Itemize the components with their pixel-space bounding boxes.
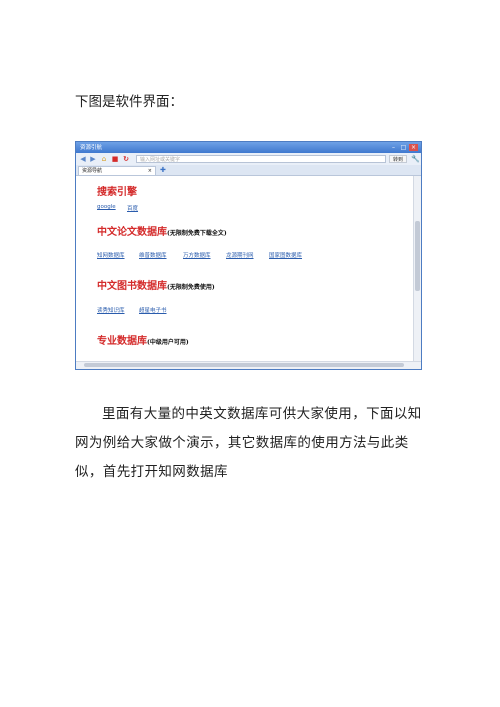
link-google[interactable]: google [97, 204, 116, 210]
browser-screenshot: 资源引航 – □ × ◀ ▶ ⌂ ■ ↻ 输入网址或关键字 转到 🔧 资源导航 … [75, 141, 422, 370]
close-button[interactable]: × [409, 144, 418, 151]
horizontal-scrollbar[interactable] [76, 361, 421, 369]
vertical-scrollbar[interactable] [413, 176, 421, 363]
wrench-icon[interactable]: 🔧 [411, 155, 420, 163]
back-icon[interactable]: ◀ [79, 155, 87, 163]
link-cnki[interactable]: 知网数据库 [97, 251, 125, 259]
link-national-library[interactable]: 国家图数据库 [269, 251, 302, 259]
link-longyuan[interactable]: 龙源期刊网 [226, 251, 254, 259]
link-duxiu[interactable]: 读秀知识库 [97, 306, 125, 314]
search-section-title: 搜索引擎 [97, 187, 137, 198]
link-vip[interactable]: 维普数据库 [139, 251, 167, 259]
refresh-icon[interactable]: ↻ [122, 155, 130, 163]
link-baidu[interactable]: 百度 [127, 204, 138, 212]
maximize-button[interactable]: □ [399, 144, 408, 151]
window-title: 资源引航 [80, 145, 103, 151]
books-title-text: 中文图书数据库 [97, 281, 167, 292]
papers-title-text: 中文论文数据库 [97, 227, 167, 238]
address-input[interactable]: 输入网址或关键字 [136, 155, 386, 163]
stop-icon[interactable]: ■ [111, 155, 119, 163]
pro-title-text: 专业数据库 [97, 336, 147, 347]
papers-note: (无限制免费下载全文) [167, 230, 227, 237]
books-note: (无限制免费使用) [167, 284, 215, 291]
home-icon[interactable]: ⌂ [100, 155, 108, 163]
papers-section-title: 中文论文数据库(无限制免费下载全文) [97, 223, 227, 238]
horizontal-scroll-thumb[interactable] [84, 363, 404, 367]
forward-icon[interactable]: ▶ [89, 155, 97, 163]
body-paragraph: 里面有大量的中英文数据库可供大家使用，下面以知网为例给大家做个演示，其它数据库的… [75, 406, 422, 480]
tab-resource-nav[interactable]: 资源导航 × [78, 166, 156, 175]
vertical-scroll-thumb[interactable] [415, 221, 420, 291]
tab-bar: 资源导航 × ✚ [76, 165, 421, 176]
tab-close-icon[interactable]: × [148, 167, 152, 176]
page-content: 搜索引擎 google 百度 中文论文数据库(无限制免费下载全文) 知网数据库 … [76, 176, 414, 363]
go-button[interactable]: 转到 [389, 155, 407, 163]
title-bar: 资源引航 – □ × [76, 142, 421, 153]
link-wanfang[interactable]: 万方数据库 [183, 251, 211, 259]
pro-note: (中级用户可用) [147, 339, 189, 346]
pro-section-title: 专业数据库(中级用户可用) [97, 332, 189, 347]
link-chaoxing[interactable]: 超星电子书 [139, 306, 167, 314]
tab-label: 资源导航 [82, 168, 103, 174]
intro-text: 下图是软件界面： [75, 94, 183, 110]
minimize-button[interactable]: – [389, 144, 398, 151]
books-section-title: 中文图书数据库(无限制免费使用) [97, 277, 215, 292]
new-tab-icon[interactable]: ✚ [160, 166, 166, 175]
